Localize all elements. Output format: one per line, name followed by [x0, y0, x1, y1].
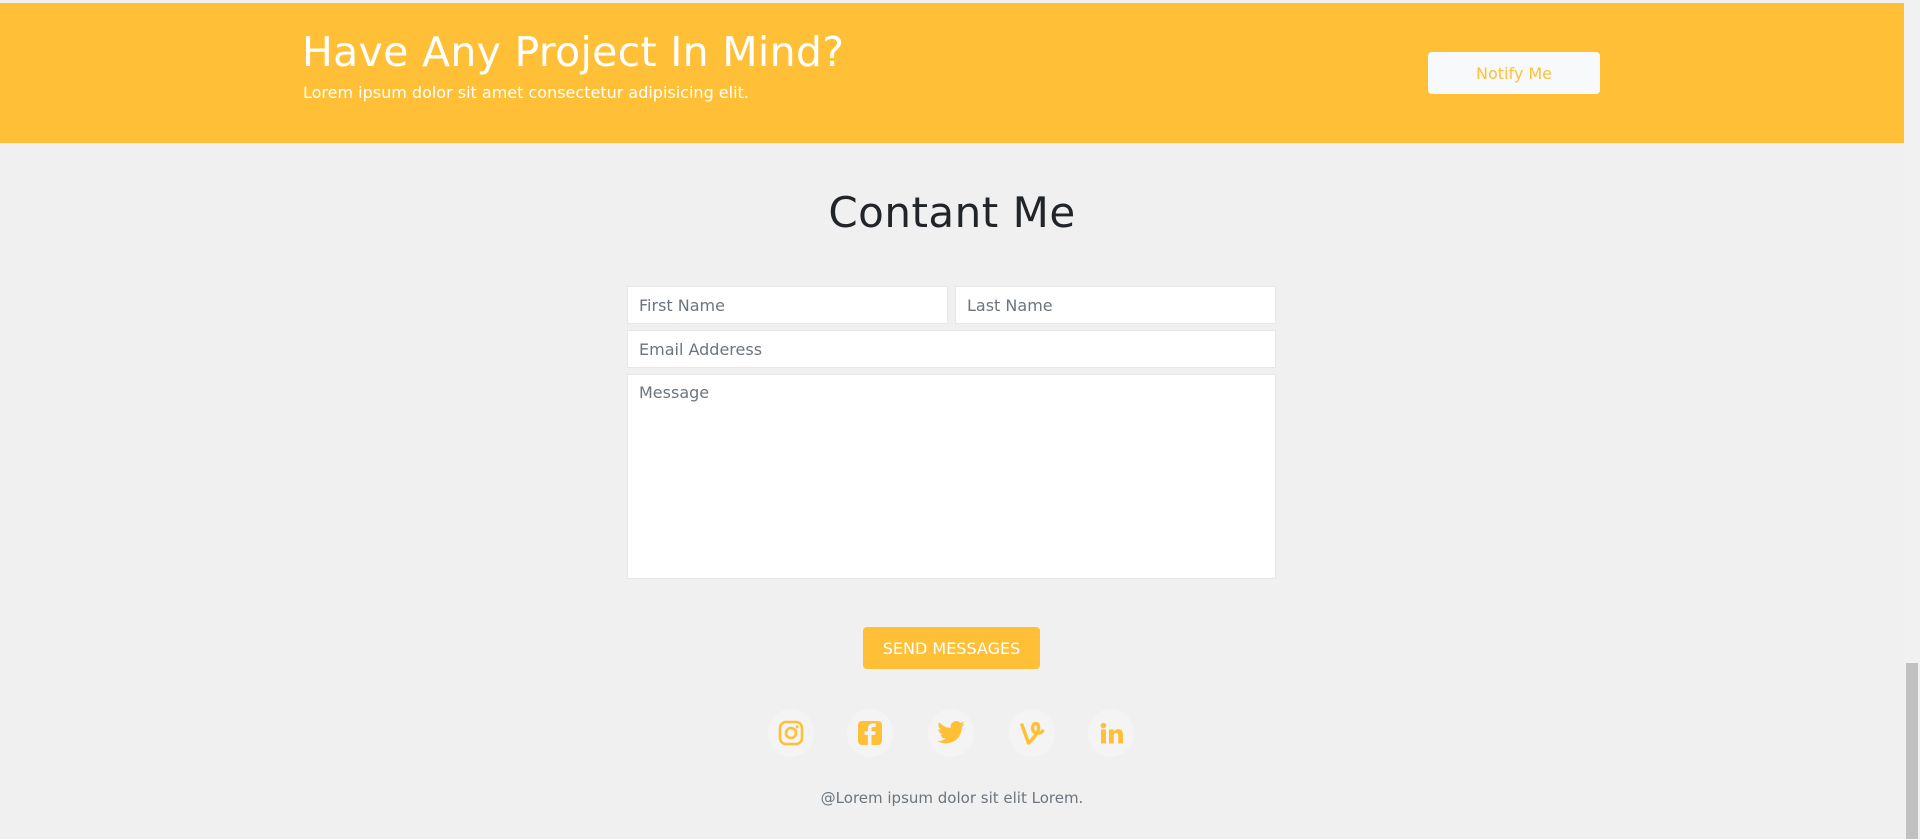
page: Have Any Project In Mind? Lorem ipsum do…: [0, 0, 1920, 839]
linkedin-link[interactable]: [1088, 709, 1134, 757]
message-field[interactable]: [627, 374, 1276, 579]
send-messages-button[interactable]: SEND MESSAGES: [863, 627, 1040, 669]
first-name-field[interactable]: [627, 286, 948, 324]
notify-me-button[interactable]: Notify Me: [1428, 52, 1600, 94]
last-name-field[interactable]: [955, 286, 1276, 324]
instagram-link[interactable]: [768, 709, 814, 757]
vine-icon: [1020, 721, 1045, 745]
linkedin-icon: [1100, 722, 1123, 744]
facebook-link[interactable]: [847, 709, 893, 757]
banner-subtitle: Lorem ipsum dolor sit amet consectetur a…: [303, 83, 749, 102]
instagram-icon: [778, 720, 804, 746]
contact-title: Contant Me: [828, 188, 1076, 237]
cta-banner: Have Any Project In Mind? Lorem ipsum do…: [0, 3, 1904, 143]
twitter-link[interactable]: [928, 709, 974, 757]
banner-title: Have Any Project In Mind?: [302, 28, 845, 76]
facebook-icon: [858, 721, 882, 745]
vine-link[interactable]: [1009, 709, 1055, 757]
email-field[interactable]: [627, 330, 1276, 368]
scrollbar-thumb[interactable]: [1906, 663, 1918, 839]
twitter-icon: [937, 721, 965, 744]
footer-text: @Lorem ipsum dolor sit elit Lorem.: [820, 789, 1084, 807]
